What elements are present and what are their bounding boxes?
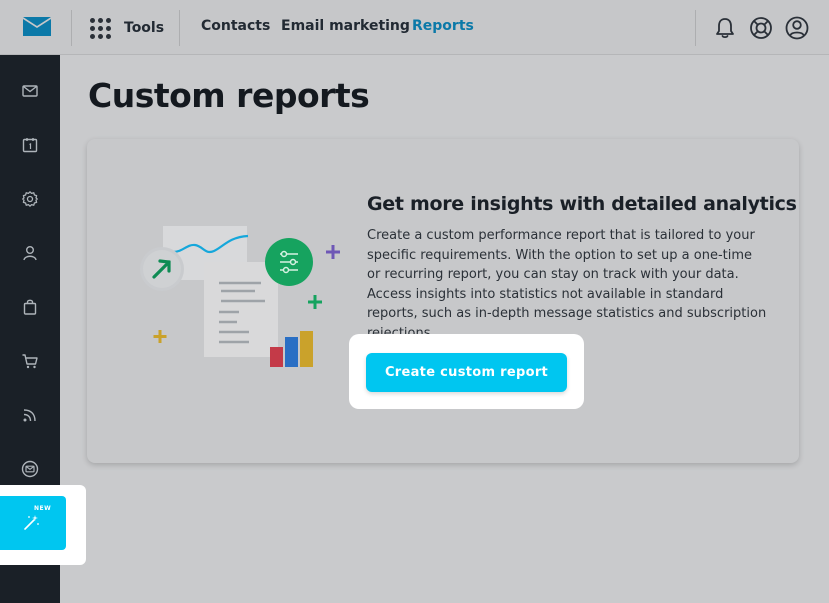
nav-contacts[interactable]: Contacts [201, 18, 270, 34]
apps-grid-icon [90, 17, 111, 39]
shopping-bag-icon [23, 299, 37, 315]
header-divider [695, 10, 696, 46]
magic-wand-icon [24, 515, 39, 530]
sidebar-item-contacts[interactable] [0, 233, 60, 273]
tools-menu-button[interactable]: Tools [90, 16, 164, 40]
page-title: Custom reports [88, 76, 370, 115]
illustration-bar-yellow [300, 331, 313, 367]
mail-circle-icon [21, 460, 39, 478]
header-divider [179, 10, 180, 46]
top-bar: Tools Contacts Email marketing Reports [0, 0, 829, 55]
mail-icon [22, 85, 38, 97]
new-badge: NEW [34, 505, 52, 512]
sidebar-item-rss[interactable] [0, 395, 60, 435]
header-divider [71, 10, 72, 46]
envelope-logo-icon[interactable] [22, 16, 52, 38]
help-lifebuoy-icon[interactable] [748, 15, 774, 41]
account-icon[interactable] [784, 15, 810, 41]
illustration-bar-blue [285, 337, 298, 367]
analytics-illustration [140, 226, 340, 367]
sidebar-item-new-feature[interactable]: NEW [0, 496, 66, 550]
nav-email-marketing[interactable]: Email marketing [281, 18, 410, 34]
create-custom-report-button[interactable]: Create custom report [366, 353, 567, 392]
shopping-cart-icon [22, 354, 38, 369]
tools-label: Tools [124, 20, 165, 36]
sidebar-item-ecommerce[interactable] [0, 341, 60, 381]
bell-icon[interactable] [712, 15, 738, 41]
sidebar-item-shop[interactable] [0, 287, 60, 327]
sidebar-item-calendar[interactable] [0, 125, 60, 165]
contacts-icon [23, 246, 37, 261]
rss-icon [23, 409, 36, 422]
nav-reports[interactable]: Reports [412, 18, 474, 34]
sidebar-item-settings[interactable] [0, 179, 60, 219]
calendar-icon [22, 138, 38, 153]
sidebar-item-transactional[interactable] [0, 449, 60, 489]
sidebar-item-email[interactable] [0, 71, 60, 111]
illustration-bar-red [270, 347, 283, 367]
card-description: Create a custom performance report that … [367, 228, 767, 341]
gear-icon [22, 191, 38, 207]
card-heading: Get more insights with detailed analytic… [367, 193, 797, 215]
